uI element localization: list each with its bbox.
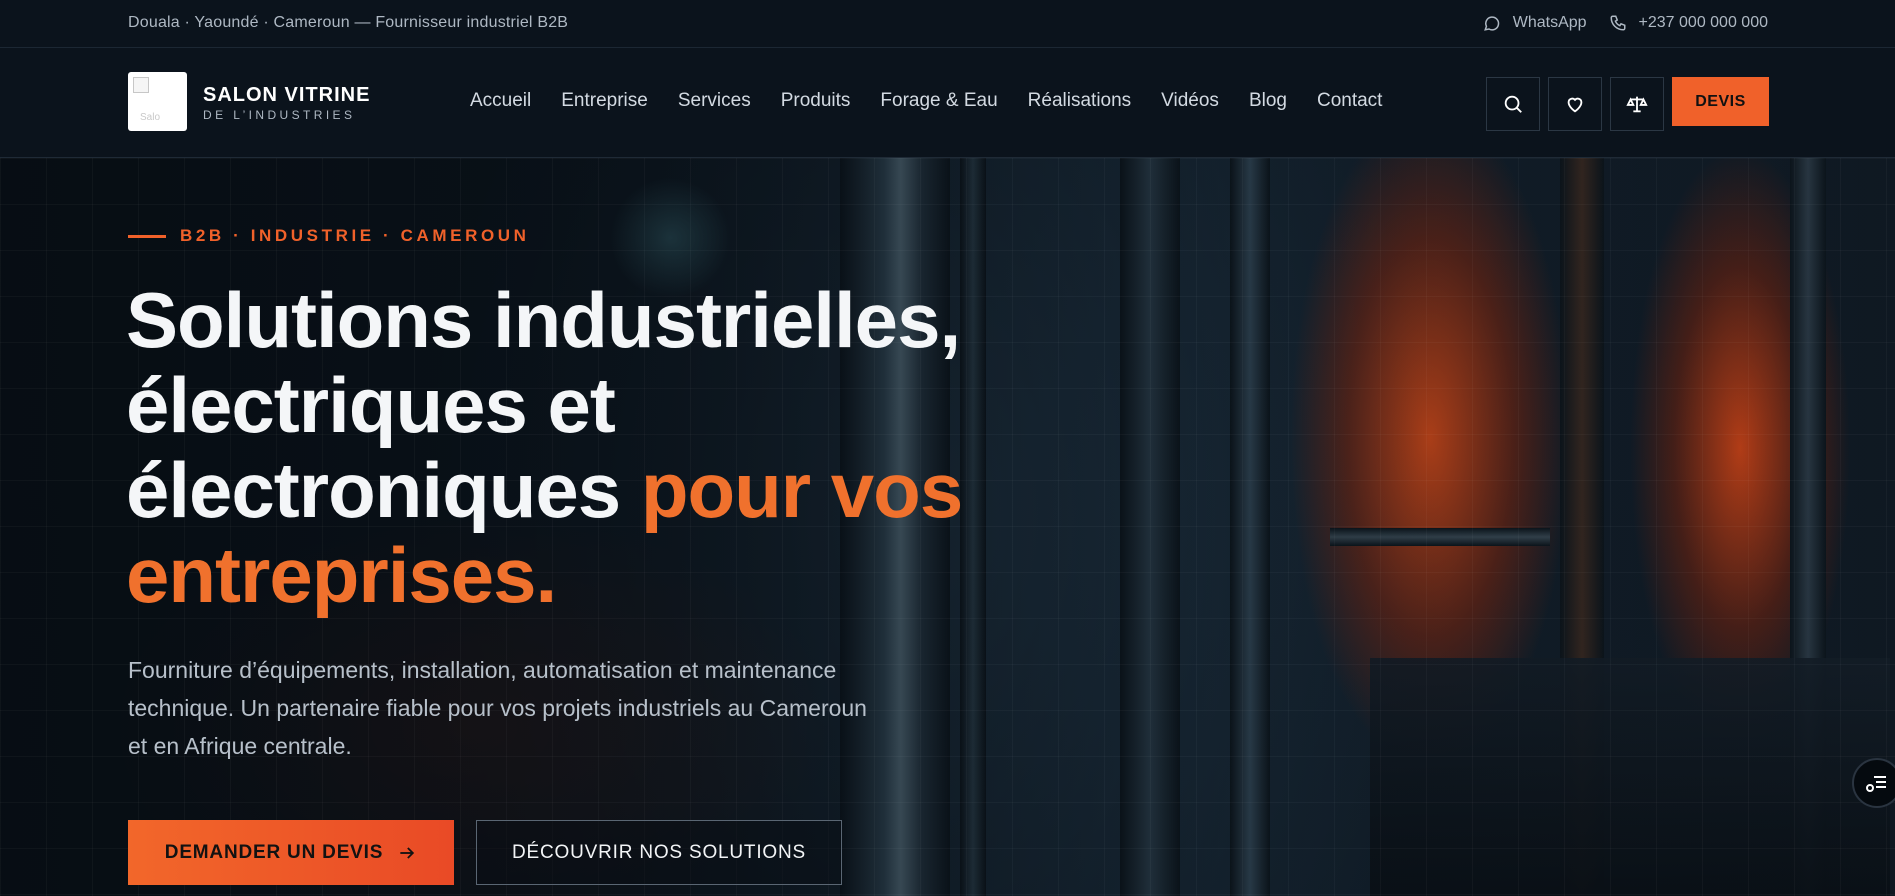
nav-item-forage-eau[interactable]: Forage & Eau	[880, 90, 997, 112]
request-quote-label: DEMANDER UN DEVIS	[164, 841, 384, 863]
whatsapp-link[interactable]: WhatsApp	[1483, 14, 1587, 32]
nav-item-blog[interactable]: Blog	[1249, 90, 1287, 112]
favorites-button[interactable]	[1548, 77, 1602, 131]
nav-item-accueil[interactable]: Accueil	[470, 90, 531, 112]
accessibility-widget[interactable]	[1852, 758, 1895, 808]
headline-line: électriques et	[126, 361, 616, 449]
whatsapp-label: WhatsApp	[1512, 14, 1587, 31]
nav-item-produits[interactable]: Produits	[781, 90, 851, 112]
headline-line: électroniques	[126, 446, 641, 534]
heart-icon	[1567, 97, 1583, 113]
nav-item-entreprise[interactable]: Entreprise	[561, 90, 648, 112]
eyebrow-text: B2B · INDUSTRIE · CAMEROUN	[180, 226, 530, 245]
logo-alt-text: Salo	[140, 112, 161, 123]
nav-item-services[interactable]: Services	[678, 90, 751, 112]
arrow-right-icon	[400, 846, 415, 859]
headline-accent: pour vos	[640, 446, 963, 534]
whatsapp-icon	[1483, 16, 1499, 31]
hero-lead: Fourniture d’équipements, installation, …	[128, 657, 867, 759]
hero-section: B2B · INDUSTRIE · CAMEROUN Solutions ind…	[0, 158, 1895, 896]
search-icon	[1504, 95, 1522, 113]
phone-number: +237 000 000 000	[1638, 14, 1768, 31]
headline-line: Solutions industrielles,	[126, 276, 961, 364]
search-button[interactable]	[1486, 77, 1540, 131]
hero-headline: Solutions industrielles, électriques et …	[126, 278, 1126, 618]
eyebrow-line	[128, 234, 166, 238]
main-nav: Accueil Entreprise Services Produits For…	[470, 90, 1412, 112]
brand-name[interactable]: SALON VITRINE	[203, 84, 370, 107]
top-info-bar: Douala · Yaoundé · Cameroun — Fournisseu…	[0, 0, 1895, 48]
nav-item-contact[interactable]: Contact	[1317, 90, 1382, 112]
phone-icon	[1610, 15, 1626, 31]
phone-link[interactable]: +237 000 000 000	[1609, 14, 1768, 32]
headline-accent: entreprises.	[126, 531, 557, 619]
discover-solutions-button[interactable]: DÉCOUVRIR NOS SOLUTIONS	[476, 820, 842, 885]
nav-item-realisations[interactable]: Réalisations	[1028, 90, 1132, 112]
nav-item-videos[interactable]: Vidéos	[1161, 90, 1219, 112]
devis-button[interactable]: DEVIS	[1672, 77, 1769, 126]
brand-subtitle: DE L’INDUSTRIES	[203, 108, 356, 122]
site-header: Salo SALON VITRINE DE L’INDUSTRIES Accue…	[0, 48, 1895, 158]
broken-image-icon	[133, 77, 149, 93]
location-text: Douala · Yaoundé · Cameroun — Fournisseu…	[128, 14, 569, 31]
contact-links: WhatsApp +237 000 000 000	[1461, 14, 1768, 32]
logo[interactable]: Salo	[128, 72, 187, 131]
accessibility-icon	[1866, 776, 1886, 792]
compare-button[interactable]	[1610, 77, 1664, 131]
hero-eyebrow: B2B · INDUSTRIE · CAMEROUN	[128, 226, 530, 246]
scale-icon	[1626, 96, 1648, 113]
request-quote-button[interactable]: DEMANDER UN DEVIS	[128, 820, 454, 885]
